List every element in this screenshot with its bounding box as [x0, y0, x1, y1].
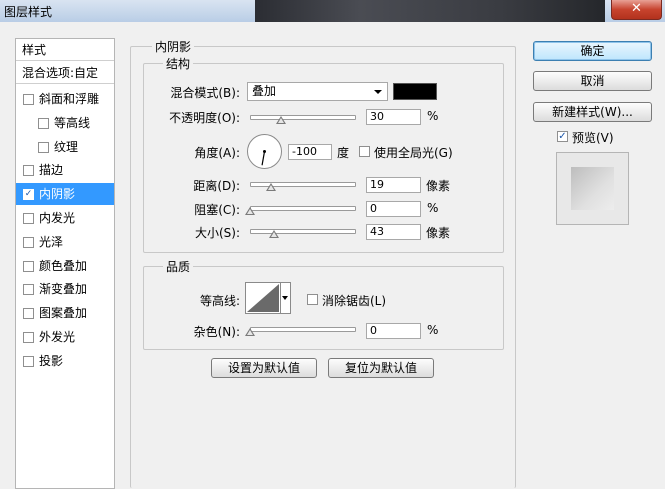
- preview-thumbnail: [571, 167, 614, 210]
- style-item-checkbox[interactable]: [23, 94, 34, 105]
- style-item-checkbox[interactable]: [23, 165, 34, 177]
- choke-slider-thumb[interactable]: [245, 207, 255, 215]
- distance-label: 距离(D):: [193, 179, 240, 193]
- style-item-checkbox[interactable]: [23, 308, 34, 320]
- choke-label: 阻塞(C):: [194, 203, 240, 217]
- preview-checkbox[interactable]: ✓: [557, 131, 568, 142]
- preview-box: [556, 152, 629, 225]
- style-item-label: 外发光: [39, 330, 76, 344]
- size-slider-thumb[interactable]: [268, 230, 279, 238]
- style-item-label: 图案叠加: [39, 306, 88, 321]
- style-item-12[interactable]: 投影: [16, 350, 114, 372]
- style-list-header[interactable]: 样式: [16, 39, 114, 61]
- angle-unit: 度: [337, 146, 350, 160]
- noise-unit: %: [427, 323, 439, 337]
- blend-mode-select[interactable]: 叠加: [247, 82, 388, 101]
- style-item-label: 光泽: [39, 234, 64, 249]
- style-item-checkbox[interactable]: [23, 284, 34, 296]
- opacity-unit: %: [427, 109, 439, 123]
- style-item-checkbox[interactable]: [23, 332, 34, 343]
- style-item-checkbox[interactable]: [23, 260, 34, 272]
- style-item-6[interactable]: 内发光: [16, 207, 114, 229]
- opacity-input[interactable]: 30: [366, 109, 421, 125]
- reset-default-button[interactable]: 复位为默认值: [328, 358, 434, 378]
- choke-input[interactable]: 0: [366, 201, 421, 217]
- style-item-label: 渐变叠加: [39, 282, 88, 297]
- style-item-label: 斜面和浮雕: [39, 92, 100, 106]
- antialias-checkbox[interactable]: [307, 294, 318, 305]
- noise-slider[interactable]: [250, 327, 356, 332]
- noise-slider-thumb[interactable]: [245, 328, 255, 336]
- background-document-strip: [255, 0, 605, 22]
- style-item-label: 描边: [39, 163, 64, 178]
- size-input[interactable]: 43: [366, 224, 421, 240]
- style-list: 样式 混合选项:自定 斜面和浮雕等高线纹理描边 ✓ 内阴影内发光光泽颜色叠加渐变叠加…: [15, 38, 115, 489]
- style-item-3[interactable]: 纹理: [16, 136, 114, 158]
- shadow-color-swatch[interactable]: [393, 83, 437, 100]
- opacity-label: 不透明度(O):: [169, 111, 240, 125]
- chevron-down-icon: [374, 90, 382, 94]
- style-item-label: 投影: [39, 353, 64, 368]
- close-button[interactable]: ✕: [611, 0, 662, 20]
- style-item-5[interactable]: ✓ 内阴影: [16, 183, 114, 206]
- size-slider[interactable]: [250, 229, 356, 234]
- style-item-checkbox[interactable]: [23, 355, 34, 367]
- style-item-checkbox[interactable]: [38, 117, 49, 129]
- style-item-label: 纹理: [54, 139, 79, 154]
- style-item-10[interactable]: 图案叠加: [16, 302, 114, 324]
- style-item-label: 等高线: [54, 115, 91, 130]
- style-item-checkbox[interactable]: [23, 236, 34, 248]
- angle-input[interactable]: -100: [288, 144, 332, 160]
- set-default-button[interactable]: 设置为默认值: [211, 358, 317, 378]
- style-item-label: 颜色叠加: [39, 258, 88, 273]
- noise-label: 杂色(N):: [193, 325, 240, 339]
- style-item-checkbox[interactable]: [23, 213, 34, 224]
- style-item-checkbox[interactable]: [38, 141, 49, 153]
- choke-unit: %: [427, 201, 439, 215]
- window-title: 图层样式: [4, 5, 53, 19]
- style-item-8[interactable]: 颜色叠加: [16, 255, 114, 277]
- size-label: 大小(S):: [194, 226, 240, 240]
- antialias-label: 消除锯齿(L): [322, 294, 387, 308]
- contour-picker[interactable]: [245, 282, 291, 314]
- noise-input[interactable]: 0: [366, 323, 421, 339]
- style-item-label: 内发光: [39, 211, 76, 225]
- preview-label: 预览(V): [572, 131, 614, 145]
- style-item-checkbox[interactable]: ✓: [23, 189, 34, 201]
- style-item-9[interactable]: 渐变叠加: [16, 278, 114, 300]
- size-unit: 像素: [426, 226, 451, 240]
- structure-title: 结构: [163, 55, 194, 72]
- global-light-checkbox[interactable]: [359, 146, 370, 157]
- distance-unit: 像素: [426, 179, 451, 193]
- blend-options-item[interactable]: 混合选项:自定: [16, 62, 114, 84]
- style-item-1[interactable]: 斜面和浮雕: [16, 88, 114, 110]
- global-light-label: 使用全局光(G): [374, 146, 453, 160]
- angle-dial[interactable]: [246, 133, 283, 170]
- distance-slider-thumb[interactable]: [265, 183, 276, 191]
- contour-label: 等高线:: [199, 294, 240, 308]
- cancel-button[interactable]: 取消: [533, 71, 652, 91]
- opacity-slider-thumb[interactable]: [276, 116, 287, 124]
- angle-label: 角度(A):: [194, 146, 240, 160]
- choke-slider[interactable]: [250, 206, 356, 211]
- style-item-11[interactable]: 外发光: [16, 326, 114, 348]
- distance-input[interactable]: 19: [366, 177, 421, 193]
- quality-title: 品质: [163, 258, 194, 275]
- style-item-2[interactable]: 等高线: [16, 112, 114, 134]
- ok-button[interactable]: 确定: [533, 41, 652, 61]
- style-item-label: 内阴影: [39, 187, 76, 202]
- opacity-slider[interactable]: [250, 115, 356, 120]
- inner-shadow-title: 内阴影: [152, 38, 195, 55]
- blend-mode-label: 混合模式(B):: [170, 86, 240, 100]
- style-item-7[interactable]: 光泽: [16, 231, 114, 253]
- style-item-4[interactable]: 描边: [16, 159, 114, 181]
- blend-mode-value: 叠加: [252, 84, 277, 98]
- new-style-button[interactable]: 新建样式(W)...: [533, 102, 652, 122]
